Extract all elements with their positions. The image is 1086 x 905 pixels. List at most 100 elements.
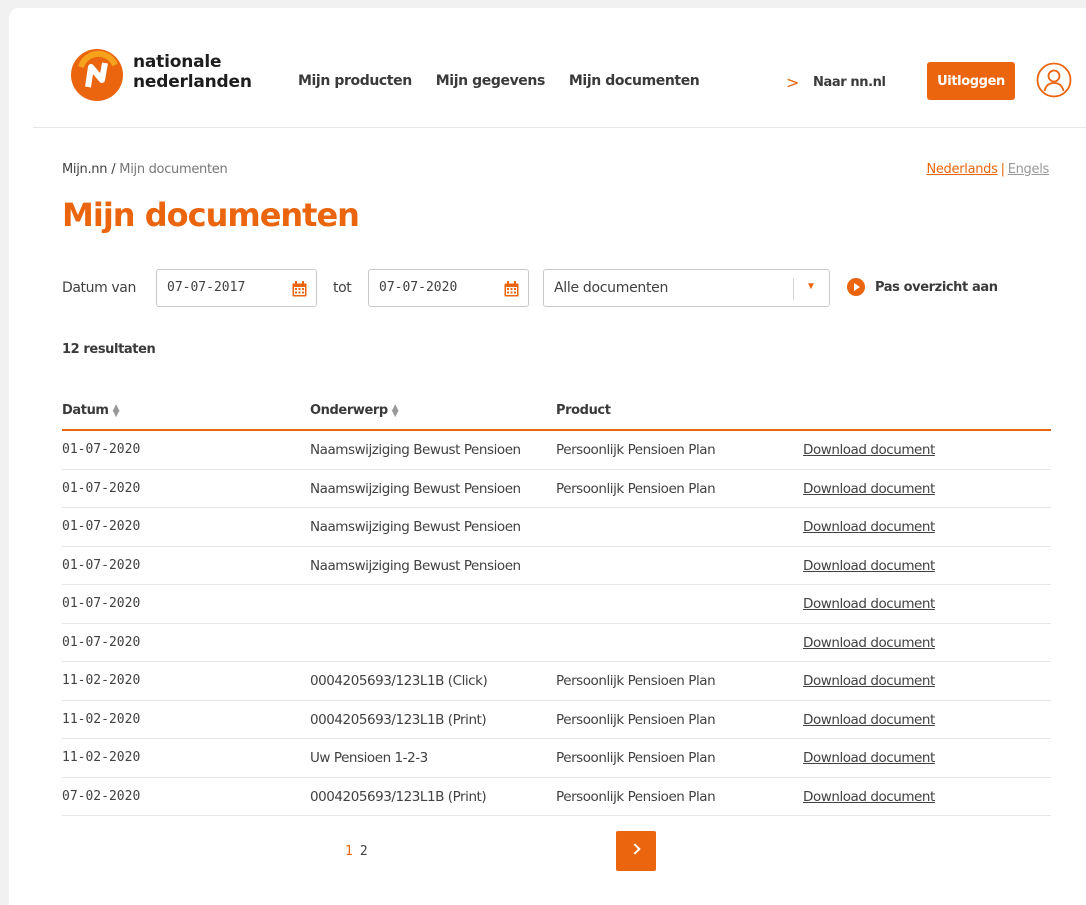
documents-table: Datum ▲ ▼ Onderwerp ▲ ▼ Product 01-07-2020… [62,393,1051,816]
cell-product: Persoonlijk Pensioen Plan [556,711,716,728]
column-header-date-label: Datum [62,403,109,418]
apply-filter-label: Pas overzicht aan [875,279,998,295]
cell-date: 07-02-2020 [62,788,141,804]
table-row: 01-07-2020 Naamswijziging Bewust Pensioe… [62,431,1051,470]
chevron-right-icon [629,843,641,855]
nav-item-documenten[interactable]: Mijn documenten [569,73,700,89]
cell-subject: Naamswijziging Bewust Pensioen [310,442,521,458]
table-header: Datum ▲ ▼ Onderwerp ▲ ▼ Product [62,393,1051,431]
cell-subject: 0004205693/123L1B (Print) [310,788,487,805]
main-nav: Mijn producten Mijn gegevens Mijn docume… [298,73,700,89]
date-from-label: Datum van [62,280,136,296]
download-document-link[interactable]: Download document [803,712,935,728]
cell-subject: 0004205693/123L1B (Click) [310,673,488,689]
cell-date: 01-07-2020 [62,596,141,611]
cell-subject: Naamswijziging Bewust Pensioen [310,557,521,574]
breadcrumb: Mijn.nn / Mijn documenten [62,162,228,177]
sort-icon[interactable]: ▲ ▼ [113,403,120,418]
calendar-icon[interactable] [292,281,307,297]
nav-item-producten[interactable]: Mijn producten [298,73,412,89]
column-header-subject-label: Onderwerp [310,403,388,418]
cell-date: 01-07-2020 [62,480,141,496]
language-nl[interactable]: Nederlands [926,162,997,177]
column-header-subject[interactable]: Onderwerp ▲ ▼ [310,403,399,418]
download-document-link[interactable]: Download document [803,481,935,497]
cell-subject: Naamswijziging Bewust Pensioen [310,480,521,497]
user-icon[interactable] [1036,62,1072,98]
table-row: 01-07-2020 Naamswijziging Bewust Pensioe… [62,508,1051,547]
cell-date: 01-07-2020 [62,557,141,573]
cell-product: Persoonlijk Pensioen Plan [556,673,716,689]
table-row: 01-07-2020 Download document [62,585,1051,624]
play-circle-icon [847,278,865,296]
date-to-label: tot [333,280,352,296]
page-container: nationale nederlanden Mijn producten Mij… [9,8,1086,905]
language-separator: | [1000,162,1005,177]
external-link-label: Naar nn.nl [813,75,886,90]
table-row: 01-07-2020 Download document [62,624,1051,662]
select-divider [793,278,794,300]
column-header-date[interactable]: Datum ▲ ▼ [62,403,119,418]
download-document-link[interactable]: Download document [803,519,935,535]
date-to-field[interactable]: 07-07-2020 [368,269,529,307]
cell-date: 01-07-2020 [62,519,141,534]
sort-icon[interactable]: ▲ ▼ [392,403,399,418]
apply-filter-link[interactable]: Pas overzicht aan [847,278,998,296]
column-header-product-label: Product [556,403,611,418]
cell-subject: Uw Pensioen 1-2-3 [310,750,428,766]
results-count: 12 resultaten [62,342,156,357]
download-document-link[interactable]: Download document [803,558,935,574]
download-document-link[interactable]: Download document [803,635,935,651]
logout-button[interactable]: Uitloggen [927,62,1015,100]
cell-date: 11-02-2020 [62,673,141,688]
download-document-link[interactable]: Download document [803,789,935,805]
next-page-button[interactable] [616,831,656,871]
brand-name: nationale nederlanden [133,52,252,92]
brand-line1: nationale [133,52,222,72]
cell-subject: Naamswijziging Bewust Pensioen [310,519,521,535]
brand-line2: nederlanden [133,72,252,92]
cell-product: Persoonlijk Pensioen Plan [556,788,716,805]
cell-product: Persoonlijk Pensioen Plan [556,442,716,458]
cell-product: Persoonlijk Pensioen Plan [556,750,716,766]
download-document-link[interactable]: Download document [803,673,935,689]
table-row: 01-07-2020 Naamswijziging Bewust Pensioe… [62,547,1051,585]
breadcrumb-current: Mijn documenten [119,162,228,177]
cell-date: 11-02-2020 [62,750,141,765]
document-type-value: Alle documenten [554,280,669,296]
breadcrumb-home[interactable]: Mijn.nn [62,162,108,177]
table-row: 07-02-2020 0004205693/123L1B (Print) Per… [62,778,1051,816]
document-type-select[interactable]: Alle documenten ▼ [543,269,830,307]
external-link-nn[interactable]: > Naar nn.nl [786,73,886,92]
table-row: 11-02-2020 0004205693/123L1B (Click) Per… [62,662,1051,701]
download-document-link[interactable]: Download document [803,442,935,458]
download-document-link[interactable]: Download document [803,750,935,766]
cell-date: 01-07-2020 [62,634,141,650]
brand-logo[interactable]: nationale nederlanden [69,49,269,101]
table-row: 01-07-2020 Naamswijziging Bewust Pensioe… [62,470,1051,508]
table-row: 11-02-2020 Uw Pensioen 1-2-3 Persoonlijk… [62,739,1051,778]
date-to-value: 07-07-2020 [379,280,458,295]
download-document-link[interactable]: Download document [803,596,935,612]
cell-date: 11-02-2020 [62,711,141,727]
header: nationale nederlanden Mijn producten Mij… [33,8,1086,128]
pagination: 1 2 [345,844,368,859]
cell-date: 01-07-2020 [62,442,141,457]
date-from-value: 07-07-2017 [167,280,246,295]
cell-product: Persoonlijk Pensioen Plan [556,480,716,497]
language-en[interactable]: Engels [1008,162,1050,177]
nav-item-gegevens[interactable]: Mijn gegevens [436,73,546,89]
page-link-1[interactable]: 1 [345,844,353,859]
calendar-icon[interactable] [504,281,519,297]
chevron-right-icon: > [786,73,800,92]
caret-down-icon: ▼ [806,281,816,292]
cell-subject: 0004205693/123L1B (Print) [310,711,487,728]
page-title: Mijn documenten [62,196,360,234]
page-link-2[interactable]: 2 [360,844,368,859]
nn-logo-icon [71,49,123,101]
breadcrumb-separator: / [111,162,116,177]
column-header-product: Product [556,403,611,418]
language-switch: Nederlands | Engels [926,162,1049,177]
date-from-field[interactable]: 07-07-2017 [156,269,317,307]
table-row: 11-02-2020 0004205693/123L1B (Print) Per… [62,701,1051,739]
